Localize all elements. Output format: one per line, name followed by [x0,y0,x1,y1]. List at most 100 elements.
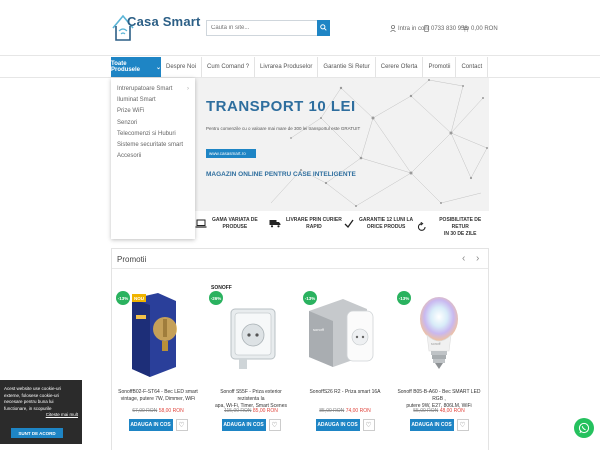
brand-label: SONOFF [211,285,232,291]
product-name[interactable]: SonoffS26 R2 - Priza smart 16A [303,389,387,403]
new-price: 48,00 RON [439,408,465,414]
product-image[interactable]: sonoff -13% [397,285,481,385]
category-securitate[interactable]: Sisteme securitate smart [111,139,195,150]
category-label: Sisteme securitate smart [117,142,184,149]
heart-icon[interactable]: ♡ [456,419,469,431]
svg-text:sonoff: sonoff [313,327,325,332]
feature-line1: POSIBILITATE DE RETUR [439,217,482,230]
product-name-line1: Sonoff S55F - Priza exterior rezistenta … [220,389,282,402]
nav-item-cum-comand[interactable]: Cum Comand ? [202,57,256,77]
feature-line1: LIVRARE PRIN CURIER [286,217,342,223]
category-telecomenzi[interactable]: Telecomenzi si Huburi [111,128,195,139]
laptop-icon [195,219,207,228]
old-price: 115,00 RON [224,408,252,414]
add-to-cart-button[interactable]: ADAUGA IN COS [221,419,266,431]
old-price: 55,00 RON [413,408,439,414]
discount-badge: -13% [116,291,130,305]
category-prize[interactable]: Prize WiFi [111,106,195,117]
product-name-line2: vintage, putere 7W, Dimmer, WiFi [120,395,196,402]
banner-tagline: MAGAZIN ONLINE PENTRU CASE INTELIGENTE [206,171,356,178]
nav-item-garantie[interactable]: Garantie Si Retur [318,57,376,77]
truck-icon [269,220,281,228]
promo-header: Promotii ‹ › [112,249,488,269]
feature-line2: RAPID [306,223,322,230]
feature-line2: ORICE PRODUS [366,223,406,230]
search-input[interactable] [207,21,315,35]
main-nav: Toate Produsele ⌄ Despre Noi Cum Comand … [0,56,600,78]
whatsapp-button[interactable] [574,418,594,438]
svg-text:sonoff: sonoff [431,342,440,346]
add-to-cart-button[interactable]: ADAUGA IN COS [315,419,360,431]
product-card[interactable]: sonoff -13% SonoffS26 R2 - Priza smart 1… [303,285,387,431]
discount-badge: -26% [209,291,223,305]
product-name[interactable]: SonoffB02-F-ST64 - Bec LED smart vintage,… [116,389,200,403]
product-name[interactable]: Sonoff B05-B-A60 - Bec SMART LED RGB , pu… [397,389,481,409]
product-image[interactable]: -26% SONOFF [209,285,293,385]
feature-retur: POSIBILITATE DE RETUR IN 30 DE ZILE [417,217,489,237]
banner-subtitle: Pentru comenzile cu o valoare mai mare d… [206,126,361,131]
return-icon [417,222,426,231]
banner-url-button[interactable]: www.casasmart.ro [206,149,256,158]
discount-badge: -13% [397,291,411,305]
product-name-line1: SonoffB02-F-ST64 - Bec LED smart [118,389,198,395]
category-senzori[interactable]: Senzori [111,117,195,128]
product-name[interactable]: Sonoff S55F - Priza exterior rezistenta … [209,389,293,409]
product-card[interactable]: -13% NOU SonoffB02-F-ST64 - Bec LED smar… [116,285,200,431]
feature-line2: IN 30 DE ZILE [443,230,477,237]
chevron-right-icon[interactable]: › [476,253,479,264]
old-price: 85,00 RON [319,408,345,414]
category-iluminat[interactable]: Iluminat Smart [111,94,195,105]
nav-item-promotii[interactable]: Promotii [423,57,457,77]
checkmark-icon [344,219,354,229]
heart-icon[interactable]: ♡ [175,419,188,431]
old-price: 67,00 RON [132,408,158,414]
chevron-left-icon[interactable]: ‹ [462,253,465,264]
heart-icon[interactable]: ♡ [362,419,375,431]
feature-garantie: GARANTIE 12 LUNI LA ORICE PRODUS [344,217,413,231]
cookie-text: Acest website use cookie-uri externe, fo… [4,386,62,411]
search-button[interactable] [317,20,330,36]
new-price: 85,00 RON [252,408,278,414]
category-label: Accesorii [117,153,142,160]
nav-item-livrarea[interactable]: Livrarea Produselor [255,57,319,77]
add-to-cart-button[interactable]: ADAUGA IN COS [128,419,173,431]
logo-text[interactable]: Casa Smart [127,14,201,29]
product-price: 85,00 RON 74,00 RON [303,408,387,414]
heart-icon[interactable]: ♡ [268,419,281,431]
cookie-read-more-link[interactable]: Citeste mai mult [4,412,78,417]
feature-line2: PRODUSE [222,223,248,230]
cookie-accept-button[interactable]: SUNT DE ACORD [11,428,63,438]
category-label: Senzori [117,119,138,126]
site-header: Casa Smart Intra in cont 0733 830 958 0,… [0,0,600,56]
chevron-right-icon: › [187,85,189,92]
cart-total: 0,00 RON [471,25,498,32]
product-card[interactable]: sonoff -13% Sonoff B05-B-A60 - Bec SMART… [397,285,481,431]
category-label: Telecomenzi si Huburi [117,130,176,137]
add-to-cart-button[interactable]: ADAUGA IN COS [409,419,454,431]
category-accesorii[interactable]: Accesorii [111,151,195,162]
product-name-line1: SonoffS26 R2 - Priza smart 16A [309,389,381,395]
cookie-banner: Acest website use cookie-uri externe, fo… [0,380,82,444]
new-badge: NOU [132,294,146,302]
nav-item-despre-noi[interactable]: Despre Noi [161,57,203,77]
product-image[interactable]: sonoff -13% [303,285,387,385]
search-box [206,20,330,36]
all-products-button[interactable]: Toate Produsele ⌄ [111,57,161,77]
phone-icon [424,25,429,32]
cart-icon [462,25,469,32]
category-label: Prize WiFi [117,108,145,115]
product-image[interactable]: -13% NOU [116,285,200,385]
feature-line1: GARANTIE 12 LUNI LA [359,217,414,223]
nav-item-cerere-oferta[interactable]: Cerere Oferta [376,57,424,77]
category-intrerupatoare[interactable]: Intrerupatoare Smart › [111,83,195,94]
cart-link[interactable]: 0,00 RON [462,25,498,32]
banner-title: TRANSPORT 10 LEI [206,98,356,115]
product-card[interactable]: -26% SONOFF Sonoff S55F - Priza exterior… [209,285,293,431]
feature-gama: GAMA VARIATA DE PRODUSE [195,217,258,231]
search-icon [320,24,327,31]
new-price: 58,00 RON [158,408,184,414]
feature-livrare: LIVRARE PRIN CURIER RAPID [269,217,342,231]
product-price: 67,00 RON 58,00 RON [116,408,200,414]
nav-item-contact[interactable]: Contact [456,57,489,77]
product-name-line1: Sonoff B05-B-A60 - Bec SMART LED RGB , [397,389,481,402]
